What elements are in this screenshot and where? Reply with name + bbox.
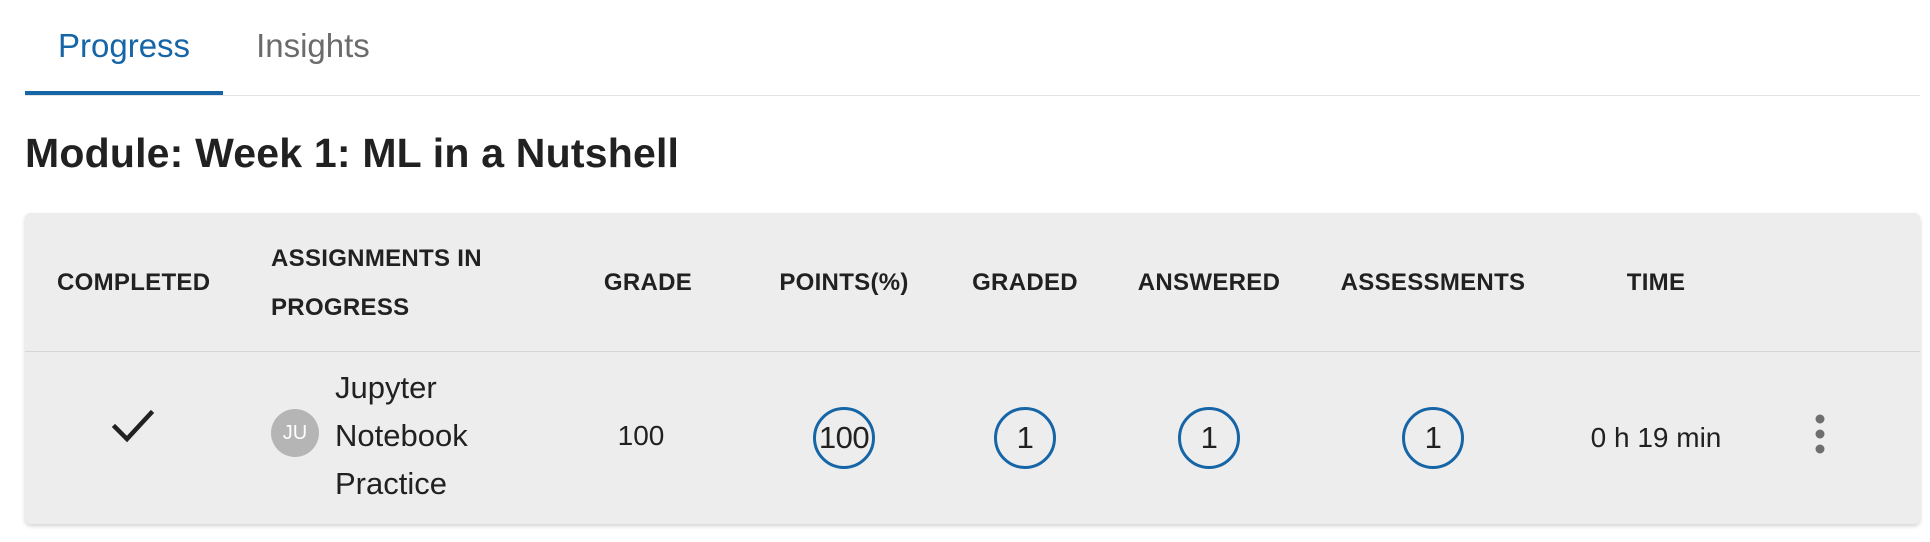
header-grade: GRADE	[603, 269, 693, 296]
progress-page: Progress Insights Module: Week 1: ML in …	[0, 0, 1930, 542]
tab-insights[interactable]: Insights	[223, 0, 403, 92]
page-title: Module: Week 1: ML in a Nutshell	[25, 130, 680, 176]
header-completed: COMPLETED	[57, 269, 211, 296]
header-answered: ANSWERED	[1137, 269, 1281, 296]
graded-badge: 1	[994, 407, 1056, 469]
points-badge: 100	[813, 407, 875, 469]
header-assignments: ASSIGNMENTS IN PROGRESS	[271, 245, 482, 321]
header-assessments: ASSESSMENTS	[1340, 269, 1526, 296]
table-row[interactable]: JU Jupyter Notebook Practice 100 100 1 1…	[25, 352, 1920, 524]
grade-value: 100	[617, 420, 665, 451]
assignment-name[interactable]: Jupyter Notebook Practice	[335, 364, 535, 508]
header-graded: GRADED	[972, 269, 1078, 296]
time-value: 0 h 19 min	[1590, 422, 1722, 453]
tab-bar: Progress Insights	[25, 0, 1920, 96]
header-time: TIME	[1626, 269, 1686, 296]
answered-badge: 1	[1178, 407, 1240, 469]
more-vertical-icon[interactable]	[1812, 414, 1828, 454]
assignments-table: COMPLETED ASSIGNMENTS IN PROGRESS GRADE …	[25, 213, 1920, 524]
table-header: COMPLETED ASSIGNMENTS IN PROGRESS GRADE …	[25, 213, 1920, 352]
tab-progress[interactable]: Progress	[25, 0, 224, 95]
check-icon	[111, 409, 155, 443]
avatar: JU	[271, 409, 319, 457]
assessments-badge: 1	[1402, 407, 1464, 469]
header-points: POINTS(%)	[779, 269, 909, 296]
